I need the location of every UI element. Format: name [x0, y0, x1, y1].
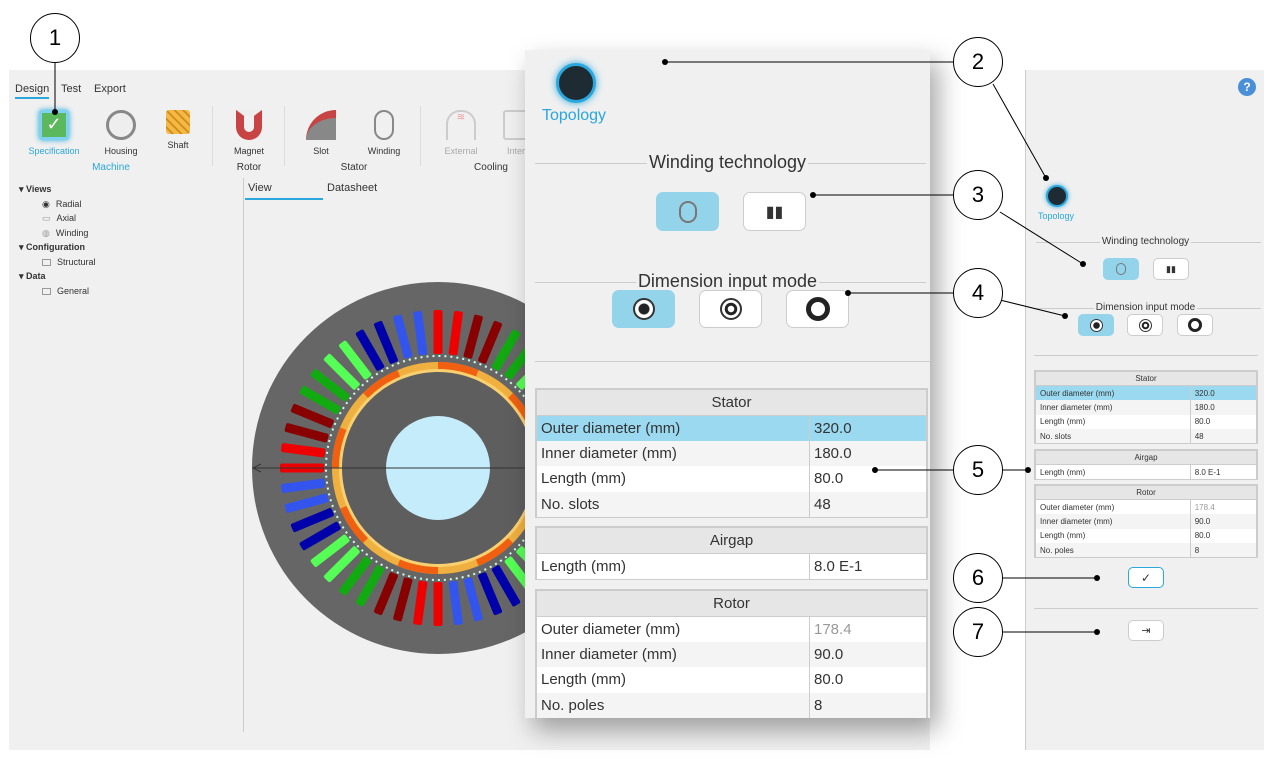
callout-dot — [52, 109, 58, 115]
callout-dot — [872, 467, 878, 473]
callout-dot — [1094, 575, 1100, 581]
callout-2: 2 — [953, 37, 1003, 87]
callout-dot — [1094, 629, 1100, 635]
callout-5: 5 — [953, 445, 1003, 495]
callout-1: 1 — [30, 13, 80, 63]
callout-3: 3 — [953, 170, 1003, 220]
callout-dot — [845, 290, 851, 296]
callout-dot — [662, 59, 668, 65]
callout-dot — [1062, 313, 1068, 319]
callout-4: 4 — [953, 268, 1003, 318]
callout-dot — [810, 192, 816, 198]
callout-dot — [1025, 467, 1031, 473]
callout-line — [999, 211, 1084, 265]
callout-dot — [1043, 175, 1049, 181]
callout-lines — [52, 59, 1100, 635]
callout-line — [999, 299, 1066, 317]
callout-line — [992, 83, 1047, 179]
callout-6: 6 — [953, 553, 1003, 603]
callout-dot — [1080, 261, 1086, 267]
callout-7: 7 — [953, 607, 1003, 657]
